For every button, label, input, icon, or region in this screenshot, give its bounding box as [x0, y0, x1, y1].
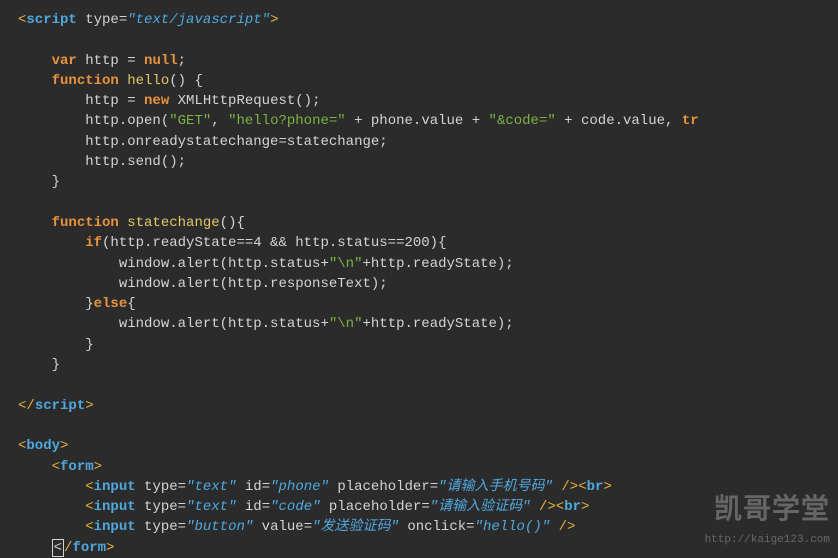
watermark-url: http://kaige123.com [705, 533, 830, 549]
code-editor: <script type="text/javascript"> var http… [18, 10, 820, 558]
code-line: } [18, 174, 60, 190]
watermark: 凯哥学堂 http://kaige123.com [705, 492, 830, 549]
code-line: http.send(); [18, 154, 186, 170]
code-line: http = new XMLHttpRequest(); [18, 93, 321, 109]
code-line: </form> [18, 539, 114, 557]
code-line: }else{ [18, 296, 136, 312]
code-line: window.alert(http.status+"\n"+http.ready… [18, 256, 514, 272]
cursor-icon: < [52, 539, 64, 557]
code-line: window.alert(http.status+"\n"+http.ready… [18, 316, 514, 332]
code-line: http.onreadystatechange=statechange; [18, 134, 388, 150]
code-line: <input type="text" id="phone" placeholde… [18, 479, 612, 495]
code-line: } [18, 337, 94, 353]
code-line: window.alert(http.responseText); [18, 276, 388, 292]
code-line: <input type="text" id="code" placeholder… [18, 499, 589, 515]
code-line: <script type="text/javascript"> [18, 12, 278, 28]
code-line: http.open("GET", "hello?phone=" + phone.… [18, 113, 699, 129]
code-line: function statechange(){ [18, 215, 245, 231]
watermark-text: 凯哥学堂 [705, 492, 830, 533]
code-line: <form> [18, 459, 102, 475]
code-line: if(http.readyState==4 && http.status==20… [18, 235, 447, 251]
code-line: var http = null; [18, 53, 186, 69]
code-line: <input type="button" value="发送验证码" oncli… [18, 519, 575, 535]
code-line: function hello() { [18, 73, 203, 89]
code-line: } [18, 357, 60, 373]
code-line: <body> [18, 438, 68, 454]
code-line: </script> [18, 398, 94, 414]
